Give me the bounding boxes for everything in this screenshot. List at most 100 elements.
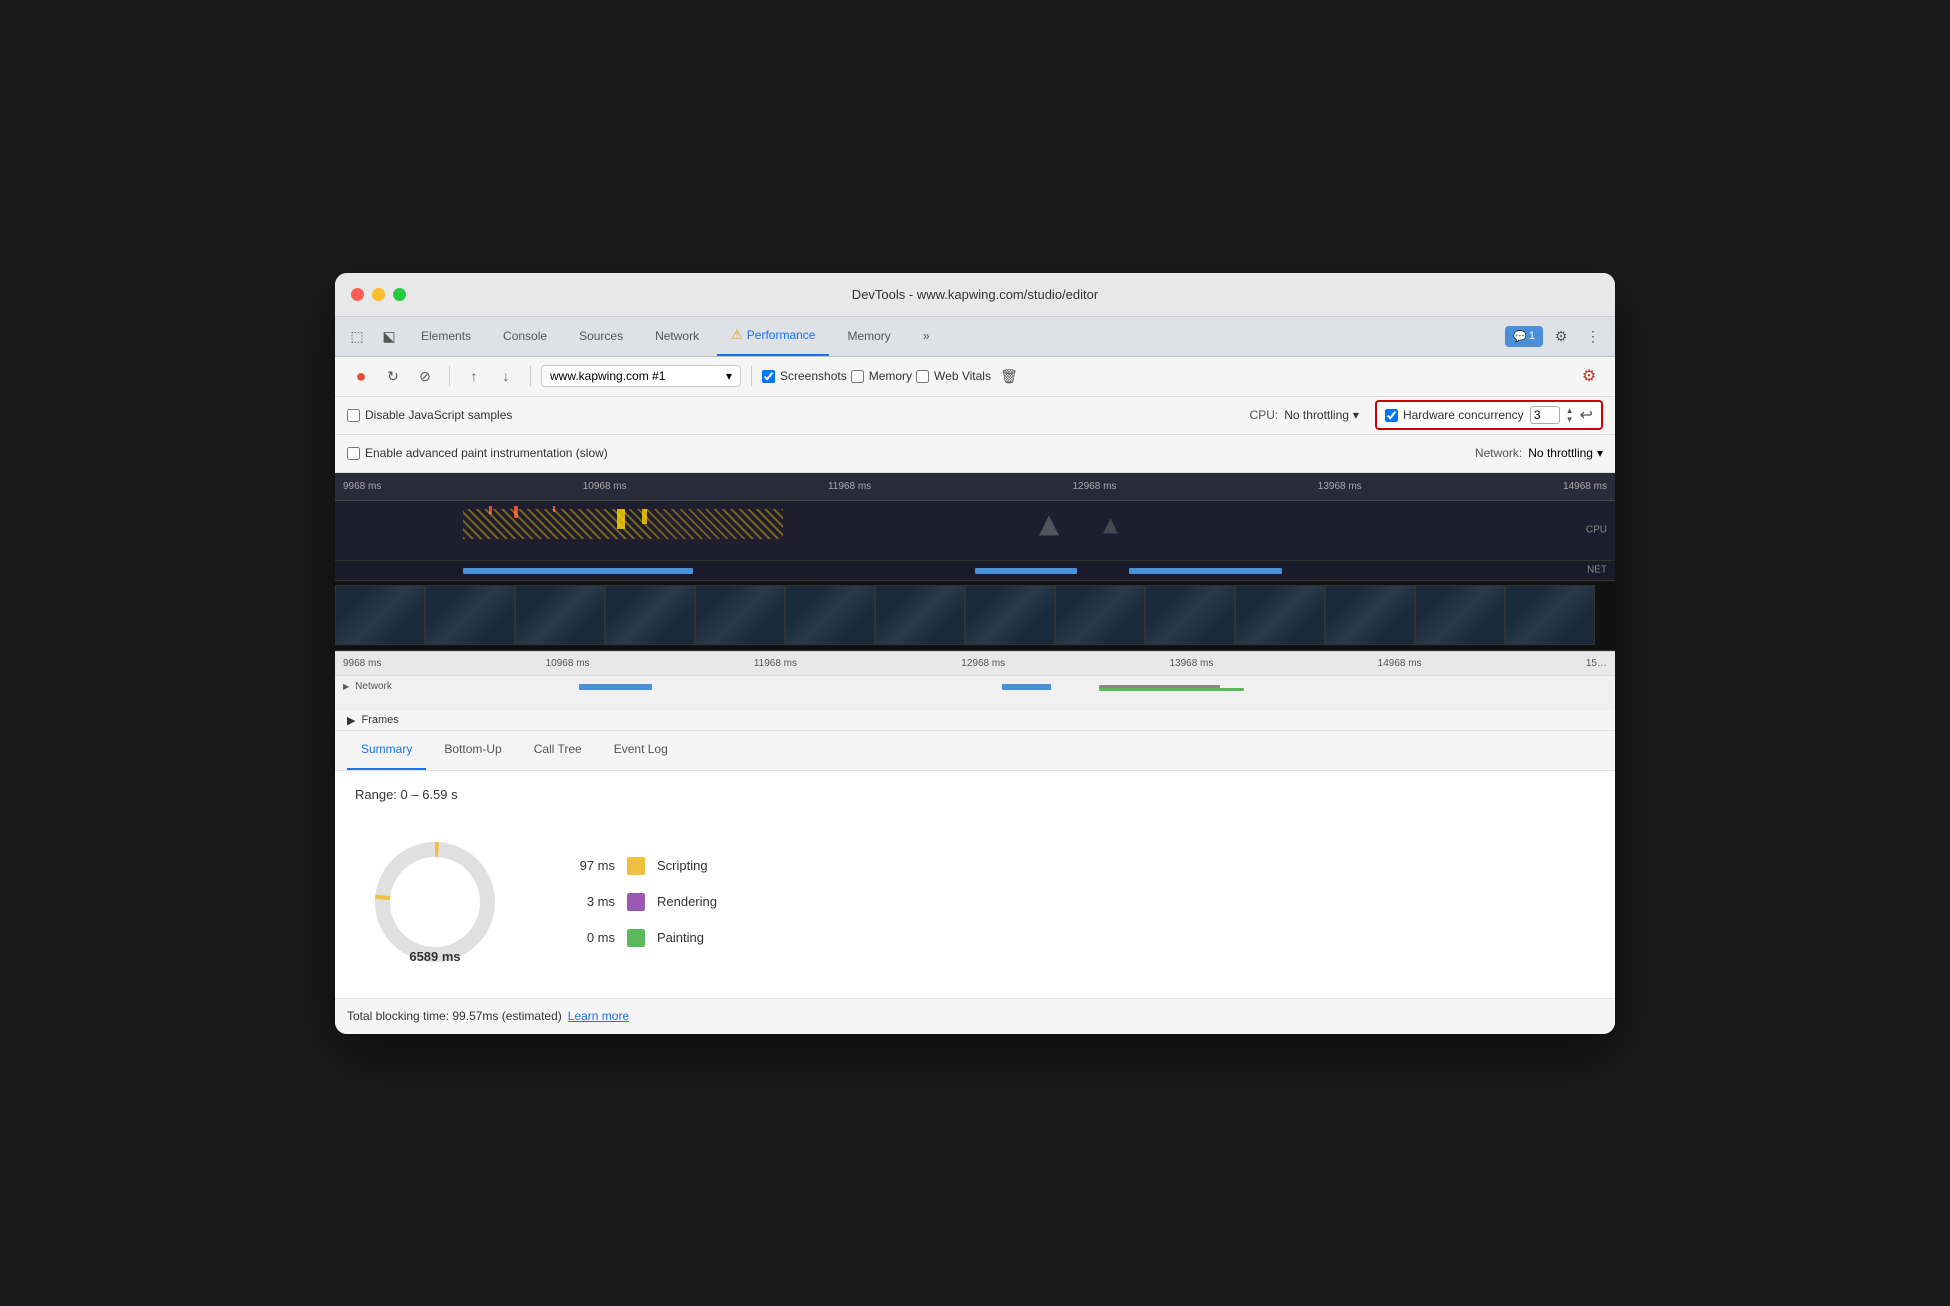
ruler-marks-upper: 9968 ms 10968 ms 11968 ms 12968 ms 13968… bbox=[343, 481, 1607, 492]
tab-event-log[interactable]: Event Log bbox=[600, 731, 682, 770]
cpu-label: CPU: bbox=[1250, 408, 1279, 422]
warning-icon: ⚠ bbox=[731, 327, 743, 343]
tab-network[interactable]: Network bbox=[641, 316, 713, 356]
row-expand-icon[interactable]: ▶ bbox=[343, 682, 349, 691]
frames-row[interactable]: ▶ Frames bbox=[335, 711, 1615, 731]
download-button[interactable]: ↓ bbox=[492, 362, 520, 390]
screenshot-11 bbox=[1325, 585, 1415, 645]
spinner-up-button[interactable]: ▲ bbox=[1566, 407, 1574, 415]
disable-js-checkbox[interactable]: Disable JavaScript samples bbox=[347, 408, 512, 422]
tab-elements[interactable]: Elements bbox=[407, 316, 485, 356]
device-icon[interactable]: ⬕ bbox=[375, 322, 403, 350]
legend-scripting: 97 ms Scripting bbox=[555, 857, 717, 875]
dropdown-arrow-icon: ▾ bbox=[1597, 446, 1603, 460]
hardware-concurrency-checkbox[interactable]: Hardware concurrency bbox=[1385, 408, 1524, 422]
main-toolbar: ● ↻ ⊘ ↑ ↓ www.kapwing.com #1 ▾ Screensho… bbox=[335, 357, 1615, 397]
pie-center-label: 6589 ms bbox=[409, 949, 460, 964]
lower-mark-1: 10968 ms bbox=[546, 658, 590, 669]
screenshots-checkbox[interactable]: Screenshots bbox=[762, 369, 847, 383]
tab-performance[interactable]: ⚠ Performance bbox=[717, 316, 829, 356]
lower-mark-0: 9968 ms bbox=[343, 658, 381, 669]
screenshot-5 bbox=[785, 585, 875, 645]
painting-label: Painting bbox=[657, 930, 704, 945]
record-button[interactable]: ● bbox=[347, 362, 375, 390]
maximize-button[interactable] bbox=[393, 288, 406, 301]
cpu-label: CPU bbox=[1586, 525, 1607, 536]
scripting-swatch bbox=[627, 857, 645, 875]
hardware-concurrency-input[interactable] bbox=[1530, 406, 1560, 424]
lower-mark-2: 11968 ms bbox=[754, 658, 797, 669]
tab-console[interactable]: Console bbox=[489, 316, 561, 356]
cpu-group: CPU: No throttling ▾ bbox=[1250, 408, 1359, 422]
screenshot-4 bbox=[695, 585, 785, 645]
url-selector[interactable]: www.kapwing.com #1 ▾ bbox=[541, 365, 741, 387]
divider-1 bbox=[449, 366, 450, 386]
memory-checkbox[interactable]: Memory bbox=[851, 369, 912, 383]
devtools-window: DevTools - www.kapwing.com/studio/editor… bbox=[335, 273, 1615, 1034]
messages-badge[interactable]: 💬 1 bbox=[1505, 326, 1543, 347]
ruler-mark-1: 10968 ms bbox=[583, 481, 627, 492]
pie-section: 6589 ms 97 ms Scripting 3 ms Rendering 0… bbox=[355, 822, 1595, 982]
screenshots-strip bbox=[335, 581, 1615, 651]
tab-sources[interactable]: Sources bbox=[565, 316, 637, 356]
screenshot-12 bbox=[1415, 585, 1505, 645]
network-label: Network: bbox=[1475, 446, 1522, 460]
lower-mark-3: 12968 ms bbox=[961, 658, 1005, 669]
tab-more[interactable]: » bbox=[909, 316, 944, 356]
more-options-icon[interactable]: ⋮ bbox=[1579, 322, 1607, 350]
dropdown-arrow-icon: ▾ bbox=[726, 369, 732, 383]
frames-expand-icon[interactable]: ▶ bbox=[347, 714, 355, 727]
divider-2 bbox=[530, 366, 531, 386]
ruler-mark-2: 11968 ms bbox=[828, 481, 871, 492]
cpu-bar-yellow-1 bbox=[617, 509, 625, 529]
total-blocking-time-text: Total blocking time: 99.57ms (estimated) bbox=[347, 1009, 562, 1023]
settings-icon[interactable]: ⚙ bbox=[1547, 322, 1575, 350]
screenshot-10 bbox=[1235, 585, 1325, 645]
net-label: NET bbox=[1587, 565, 1607, 576]
net-track: NET bbox=[335, 561, 1615, 581]
reload-button[interactable]: ↻ bbox=[379, 362, 407, 390]
learn-more-link[interactable]: Learn more bbox=[568, 1009, 629, 1023]
lower-net-bar-1 bbox=[579, 684, 652, 690]
lower-mark-4: 13968 ms bbox=[1169, 658, 1213, 669]
rendering-swatch bbox=[627, 893, 645, 911]
network-select[interactable]: No throttling ▾ bbox=[1528, 446, 1603, 460]
traffic-lights bbox=[351, 288, 406, 301]
ruler-mark-5: 14968 ms bbox=[1563, 481, 1607, 492]
enable-paint-checkbox[interactable]: Enable advanced paint instrumentation (s… bbox=[347, 446, 608, 460]
timeline-lower-ruler: 9968 ms 10968 ms 11968 ms 12968 ms 13968… bbox=[335, 652, 1615, 676]
spinner-down-button[interactable]: ▼ bbox=[1566, 416, 1574, 424]
hardware-concurrency-box: Hardware concurrency ▲ ▼ ↩ bbox=[1375, 400, 1603, 430]
scripting-value: 97 ms bbox=[555, 858, 615, 873]
tab-memory[interactable]: Memory bbox=[833, 316, 904, 356]
cpu-bar-yellow-2 bbox=[642, 509, 647, 524]
timeline-rows: ▶ Network bbox=[335, 676, 1615, 712]
cursor-icon[interactable]: ⬚ bbox=[343, 322, 371, 350]
stop-button[interactable]: ⊘ bbox=[411, 362, 439, 390]
painting-value: 0 ms bbox=[555, 930, 615, 945]
status-bar: Total blocking time: 99.57ms (estimated)… bbox=[335, 998, 1615, 1034]
scripting-label: Scripting bbox=[657, 858, 708, 873]
ruler-mark-0: 9968 ms bbox=[343, 481, 381, 492]
tab-call-tree[interactable]: Call Tree bbox=[520, 731, 596, 770]
cpu-select[interactable]: No throttling ▾ bbox=[1284, 408, 1359, 422]
reset-button[interactable]: ↩ bbox=[1580, 405, 1593, 425]
settings-row-1: Disable JavaScript samples CPU: No throt… bbox=[335, 397, 1615, 435]
tab-summary[interactable]: Summary bbox=[347, 731, 426, 770]
screenshot-7 bbox=[965, 585, 1055, 645]
net-bar-2 bbox=[975, 568, 1077, 574]
close-button[interactable] bbox=[351, 288, 364, 301]
cpu-mountain-2 bbox=[1103, 519, 1118, 534]
minimize-button[interactable] bbox=[372, 288, 385, 301]
web-vitals-checkbox[interactable]: Web Vitals bbox=[916, 369, 991, 383]
spinner-buttons: ▲ ▼ bbox=[1566, 407, 1574, 424]
lower-net-bar-2 bbox=[1002, 684, 1050, 690]
upload-button[interactable]: ↑ bbox=[460, 362, 488, 390]
toolbar-settings-icon[interactable]: ⚙ bbox=[1575, 362, 1603, 390]
tab-bottom-up[interactable]: Bottom-Up bbox=[430, 731, 515, 770]
cpu-mountain-1 bbox=[1039, 516, 1059, 536]
delete-button[interactable]: 🗑 bbox=[995, 362, 1023, 390]
rendering-value: 3 ms bbox=[555, 894, 615, 909]
divider-3 bbox=[751, 366, 752, 386]
ruler-mark-3: 12968 ms bbox=[1073, 481, 1117, 492]
